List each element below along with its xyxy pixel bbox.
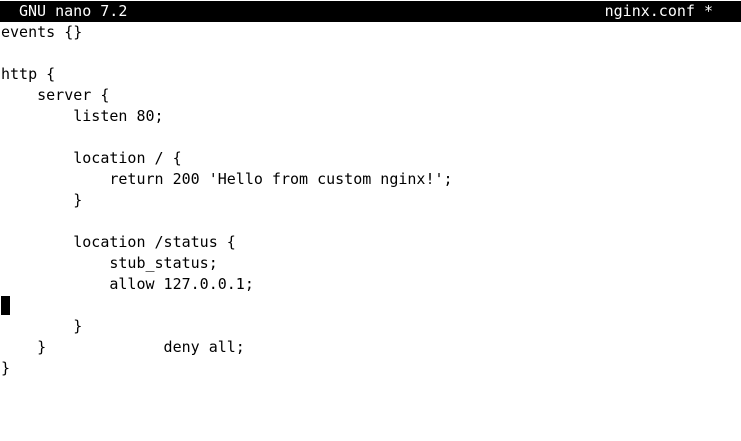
editor-line[interactable]: return 200 'Hello from custom nginx!'; [1,169,741,190]
terminal-window: GNU nano 7.2 nginx.conf * events {} http… [0,0,741,441]
nano-title-bar: GNU nano 7.2 nginx.conf * [0,1,741,22]
app-version-label: GNU nano 7.2 [19,2,128,20]
editor-line[interactable]: } [1,190,741,211]
editor-line[interactable]: } [1,337,741,358]
editor-line[interactable]: allow 127.0.0.1; [1,274,741,295]
text-cursor [1,296,10,315]
editor-line[interactable]: server { [1,85,741,106]
editor-line[interactable]: stub_status; [1,253,741,274]
editor-line[interactable] [1,211,741,232]
editor-line[interactable]: } [1,358,741,379]
filename-label: nginx.conf * [604,2,713,20]
editor-line[interactable]: location /status { [1,232,741,253]
editor-line-with-cursor[interactable]: deny all; [1,295,741,356]
editor-line[interactable]: } [1,316,741,337]
editor-line[interactable] [1,127,741,148]
editor-line[interactable]: listen 80; [1,106,741,127]
text-editor-area[interactable]: events {} http { server { listen 80; loc… [1,22,741,379]
editor-line[interactable]: events {} [1,22,741,43]
editor-line[interactable] [1,43,741,64]
editor-line[interactable]: http { [1,64,741,85]
editor-line[interactable]: location / { [1,148,741,169]
